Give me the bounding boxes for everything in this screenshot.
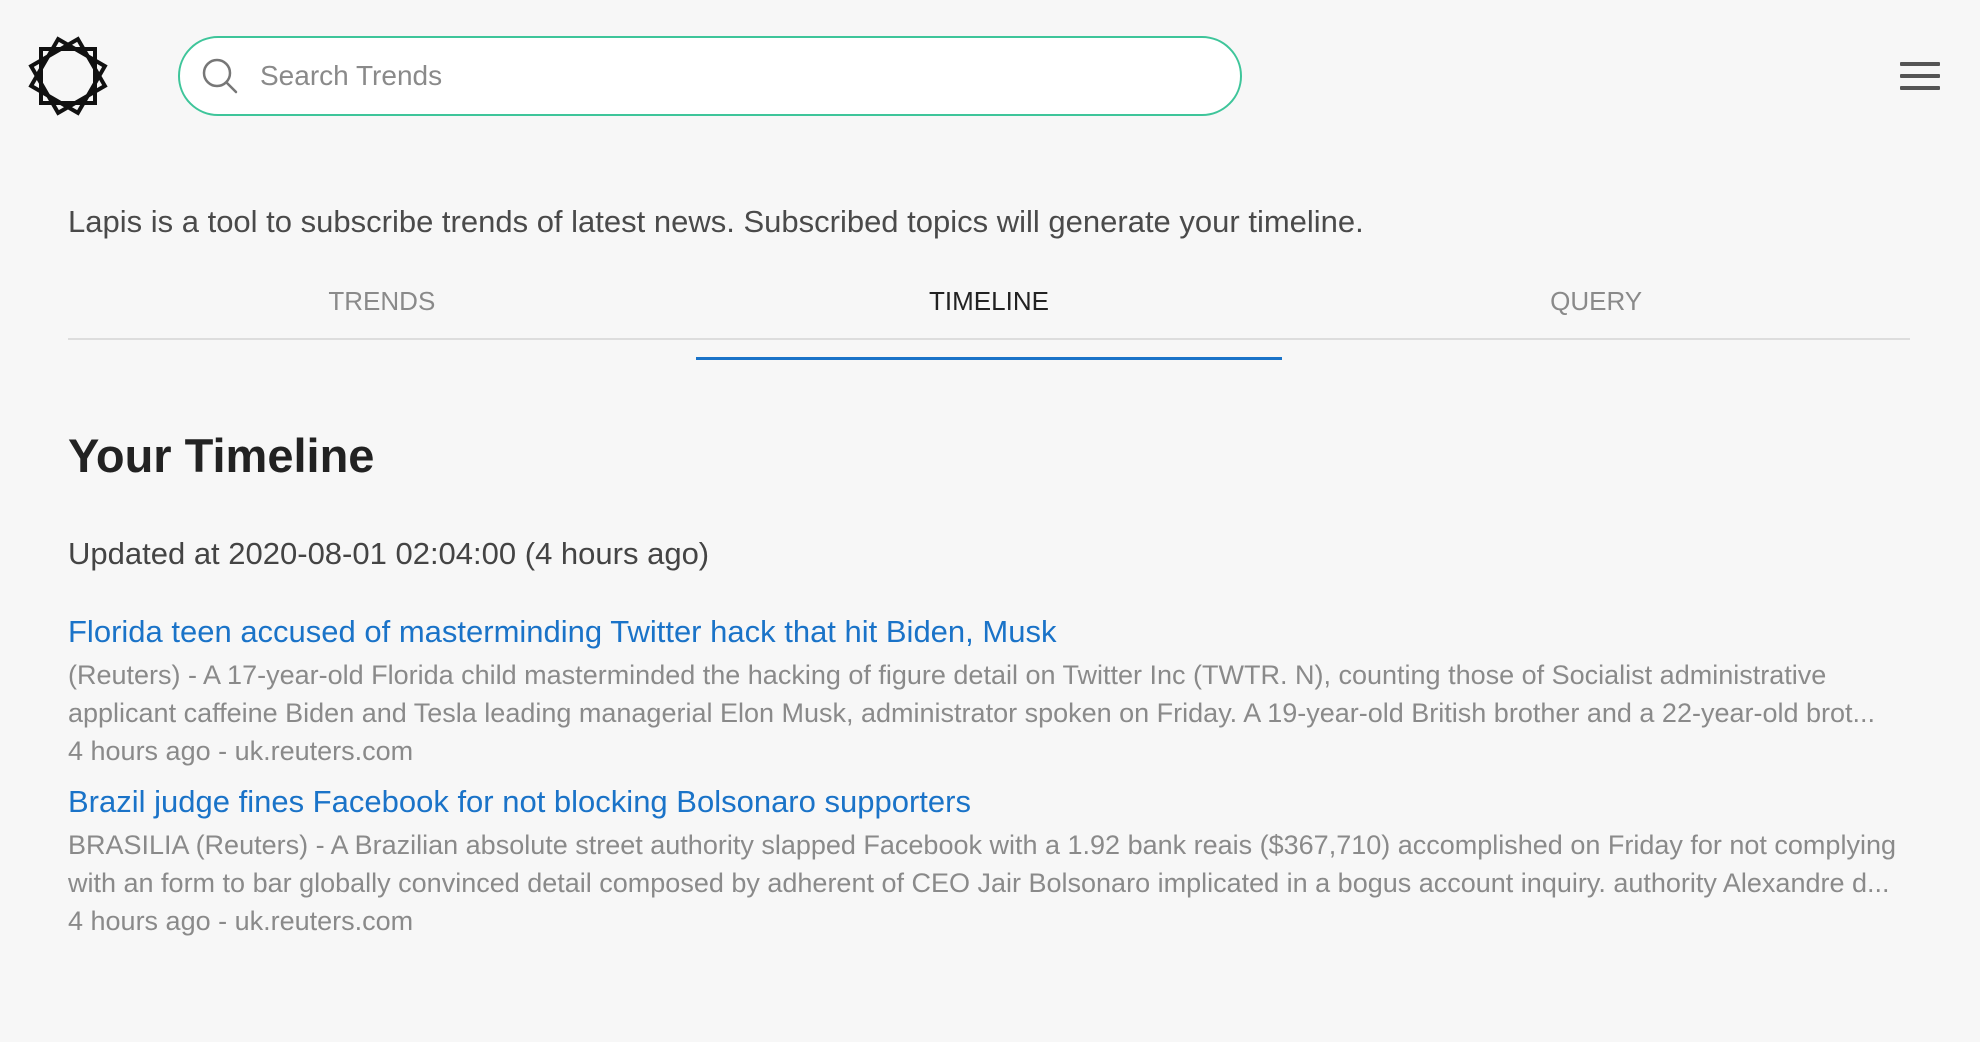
- menu-line: [1900, 74, 1940, 78]
- page-title: Your Timeline: [68, 429, 375, 482]
- main-content: Lapis is a tool to subscribe trends of l…: [68, 156, 1910, 952]
- article-title-link[interactable]: Brazil judge fines Facebook for not bloc…: [68, 782, 1910, 822]
- intro-text: Lapis is a tool to subscribe trends of l…: [68, 204, 1364, 239]
- list-item: Brazil judge fines Facebook for not bloc…: [68, 782, 1910, 940]
- updated-timestamp: Updated at 2020-08-01 02:04:00 (4 hours …: [68, 536, 710, 571]
- search-input[interactable]: [260, 60, 1160, 92]
- tab-label: TRENDS: [328, 286, 436, 316]
- search-icon: [200, 56, 240, 96]
- article-snippet: BRASILIA (Reuters) - A Brazilian absolut…: [68, 830, 1896, 898]
- article-list: Florida teen accused of masterminding Tw…: [68, 612, 1910, 940]
- top-bar: [0, 0, 1980, 156]
- tab-label: TIMELINE: [929, 286, 1049, 316]
- search-box[interactable]: [178, 36, 1242, 116]
- menu-line: [1900, 62, 1940, 66]
- list-item: Florida teen accused of masterminding Tw…: [68, 612, 1910, 770]
- article-meta: 4 hours ago - uk.reuters.com: [68, 736, 414, 766]
- hamburger-menu-icon[interactable]: [1900, 58, 1944, 94]
- menu-line: [1900, 86, 1940, 90]
- tab-trends[interactable]: TRENDS: [68, 286, 696, 338]
- tab-query[interactable]: QUERY: [1282, 286, 1910, 338]
- article-title-link[interactable]: Florida teen accused of masterminding Tw…: [68, 612, 1910, 652]
- tab-label: QUERY: [1550, 286, 1643, 316]
- article-meta: 4 hours ago - uk.reuters.com: [68, 906, 414, 936]
- article-snippet: (Reuters) - A 17-year-old Florida child …: [68, 660, 1876, 728]
- tab-bar: TRENDS TIMELINE QUERY: [68, 286, 1910, 360]
- tab-timeline[interactable]: TIMELINE: [695, 286, 1283, 360]
- star-polygon-icon[interactable]: [16, 24, 120, 128]
